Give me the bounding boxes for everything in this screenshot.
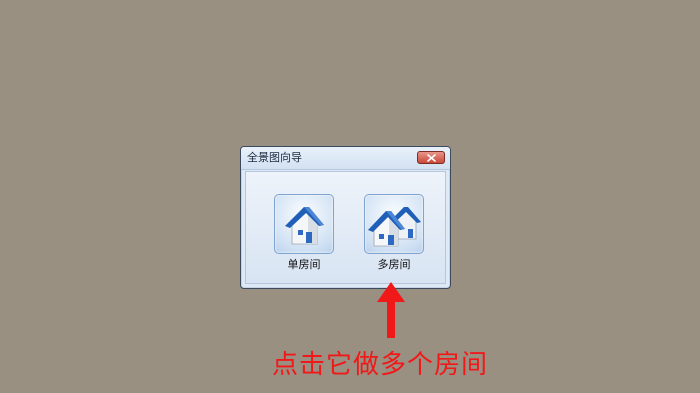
single-house-icon xyxy=(285,207,324,245)
single-room-label: 单房间 xyxy=(287,258,321,271)
multi-room-option[interactable]: 多房间 xyxy=(364,194,424,272)
single-room-button[interactable] xyxy=(274,194,334,254)
annotation-caption: 点击它做多个房间 xyxy=(272,350,489,380)
close-icon xyxy=(427,154,436,162)
multi-room-label: 多房间 xyxy=(377,258,411,271)
close-button[interactable] xyxy=(417,151,445,164)
dialog-content: 单房间 多房间 xyxy=(245,171,446,284)
multi-room-button[interactable] xyxy=(364,194,424,254)
dialog-title: 全景图向导 xyxy=(247,151,302,164)
dialog-titlebar[interactable]: 全景图向导 xyxy=(241,147,450,170)
up-arrow-icon xyxy=(377,282,405,338)
single-room-option[interactable]: 单房间 xyxy=(274,194,334,272)
multiple-houses-icon xyxy=(368,207,421,247)
panorama-wizard-dialog: 全景图向导 单房间 多房间 xyxy=(240,146,451,289)
